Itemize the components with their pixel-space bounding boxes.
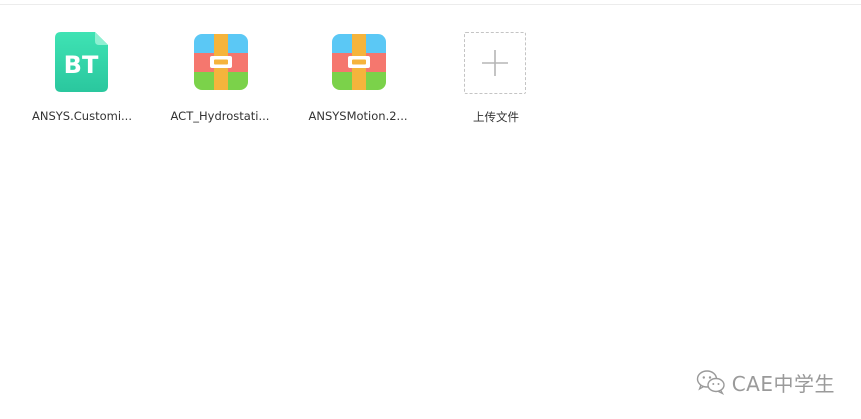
file-item-1[interactable]: BT ANSYS.Customi...	[22, 30, 142, 130]
archive-icon	[331, 30, 387, 94]
file-browser-page: BT ANSYS.Customi... ACT_Hydrostati... AN…	[0, 0, 861, 419]
bt-torrent-icon: BT	[55, 30, 111, 94]
upload-file-label[interactable]: 上传文件	[446, 109, 546, 125]
file-name[interactable]: ACT_Hydrostati...	[160, 109, 280, 123]
plus-icon	[482, 50, 508, 76]
watermark: CAE中学生	[696, 367, 835, 397]
file-name[interactable]: ANSYSMotion.2...	[298, 109, 418, 123]
bt-icon-text: BT	[64, 51, 99, 79]
file-name[interactable]: ANSYS.Customi...	[22, 109, 142, 123]
file-item-2[interactable]: ACT_Hydrostati...	[160, 30, 280, 130]
watermark-text: CAE中学生	[731, 371, 835, 396]
archive-icon	[193, 30, 249, 94]
wechat-icon	[696, 370, 725, 395]
upload-file-button[interactable]	[464, 32, 526, 94]
file-list: BT ANSYS.Customi... ACT_Hydrostati... AN…	[0, 0, 861, 140]
file-item-3[interactable]: ANSYSMotion.2...	[298, 30, 418, 130]
